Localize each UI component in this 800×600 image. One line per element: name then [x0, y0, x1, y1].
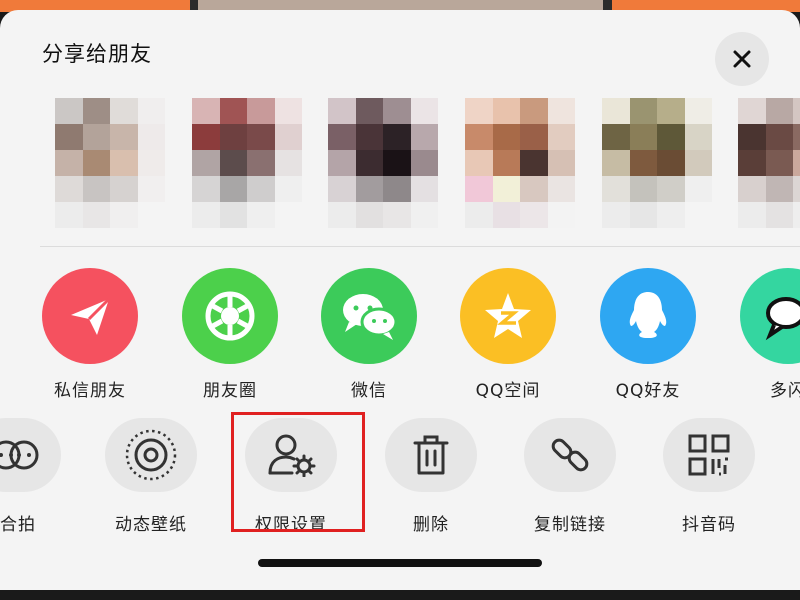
- share-apps-row: 私信朋友 朋友圈 微信 QQ空间 QQ好友 多闪: [0, 268, 800, 401]
- bottom-edge: [0, 590, 800, 600]
- share-app-duoshan[interactable]: 多闪: [718, 268, 800, 401]
- tool-delete[interactable]: 删除: [356, 418, 506, 535]
- share-app-label: 多闪: [770, 381, 800, 401]
- divider: [40, 246, 800, 247]
- send-icon: [42, 268, 138, 364]
- friend-avatar[interactable]: [738, 98, 800, 228]
- share-app-direct-message[interactable]: 私信朋友: [20, 268, 160, 401]
- live-wallpaper-icon: [105, 418, 197, 492]
- friend-avatar[interactable]: [55, 98, 165, 228]
- duet-icon: [0, 418, 61, 492]
- tool-label: 抖音码: [682, 515, 736, 535]
- close-icon: [733, 50, 751, 68]
- moments-aperture-icon: [182, 268, 278, 364]
- friend-avatar[interactable]: [602, 98, 712, 228]
- friend-avatar[interactable]: [192, 98, 302, 228]
- share-app-label: QQ空间: [475, 381, 541, 401]
- friend-list: [0, 98, 800, 238]
- tool-live-wallpaper[interactable]: 动态壁纸: [76, 418, 226, 535]
- share-app-label: 私信朋友: [54, 381, 126, 401]
- tool-label: 删除: [413, 515, 449, 535]
- screen: 分享给朋友 私信朋友 朋友圈 微信 QQ空间 QQ好友 多闪 合拍 动态壁纸 权…: [0, 0, 800, 600]
- tool-copy-link[interactable]: 复制链接: [495, 418, 645, 535]
- trash-icon: [385, 418, 477, 492]
- home-indicator: [258, 559, 542, 567]
- qr-code-icon: [663, 418, 755, 492]
- friend-avatar[interactable]: [328, 98, 438, 228]
- tool-label: 动态壁纸: [115, 515, 187, 535]
- share-app-label: 朋友圈: [203, 381, 257, 401]
- duoshan-icon: [740, 268, 800, 364]
- highlight-box: [231, 412, 365, 532]
- share-app-label: QQ好友: [615, 381, 681, 401]
- share-app-qzone[interactable]: QQ空间: [438, 268, 578, 401]
- friend-avatar[interactable]: [465, 98, 575, 228]
- tools-row: 合拍 动态壁纸 权限设置 删除 复制链接 抖音码: [0, 408, 800, 538]
- share-app-qq[interactable]: QQ好友: [578, 268, 718, 401]
- qzone-star-icon: [460, 268, 556, 364]
- share-app-label: 微信: [351, 381, 387, 401]
- wechat-icon: [321, 268, 417, 364]
- share-app-moments[interactable]: 朋友圈: [160, 268, 300, 401]
- sheet-title: 分享给朋友: [42, 42, 152, 66]
- share-app-wechat[interactable]: 微信: [299, 268, 439, 401]
- close-button[interactable]: [715, 32, 769, 86]
- link-icon: [524, 418, 616, 492]
- qq-penguin-icon: [600, 268, 696, 364]
- tool-douyin-code[interactable]: 抖音码: [634, 418, 784, 535]
- tool-label: 复制链接: [534, 515, 606, 535]
